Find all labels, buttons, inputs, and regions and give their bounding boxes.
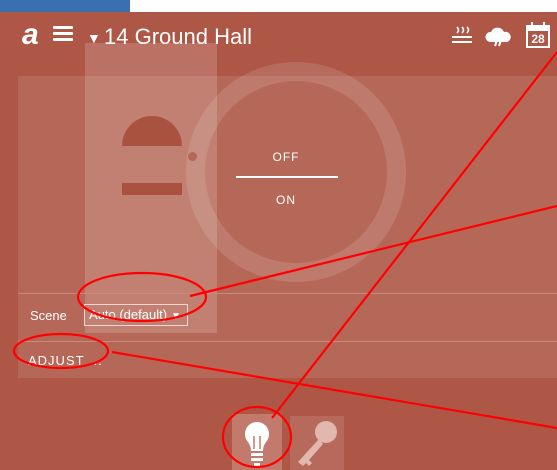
lightbulb-icon	[244, 421, 270, 466]
browser-tab-strip	[0, 0, 130, 12]
menu-icon[interactable]	[53, 26, 73, 42]
calendar-day: 28	[531, 32, 545, 46]
tab-access[interactable]	[290, 416, 344, 470]
heat-waves-icon[interactable]	[450, 24, 474, 48]
chevron-down-icon: ▼	[171, 311, 181, 322]
divider	[18, 293, 557, 294]
on-off-divider	[236, 176, 338, 178]
divider	[18, 341, 557, 342]
power-dial-ring	[186, 62, 406, 282]
scene-select[interactable]: Auto (default) ▼	[84, 304, 188, 326]
door-slot-shape	[122, 183, 182, 195]
app-window: a ▼ 14 Ground Hall 28 OFF ON Scene Auto …	[0, 12, 557, 470]
weather-cloud-icon[interactable]	[485, 24, 513, 48]
tab-lighting[interactable]	[232, 414, 282, 470]
app-logo: a	[22, 18, 39, 51]
on-button[interactable]: ON	[236, 193, 336, 207]
scene-label: Scene	[30, 308, 67, 323]
calendar-icon[interactable]: 28	[526, 22, 550, 48]
key-icon	[298, 421, 337, 466]
scene-select-value: Auto (default)	[89, 307, 168, 322]
header-bar: a ▼ 14 Ground Hall 28	[0, 12, 557, 62]
room-control-panel: OFF ON Scene Auto (default) ▼ ADJUST ...	[18, 43, 557, 378]
off-button[interactable]: OFF	[236, 150, 336, 164]
adjust-button[interactable]: ADJUST ...	[28, 353, 103, 368]
